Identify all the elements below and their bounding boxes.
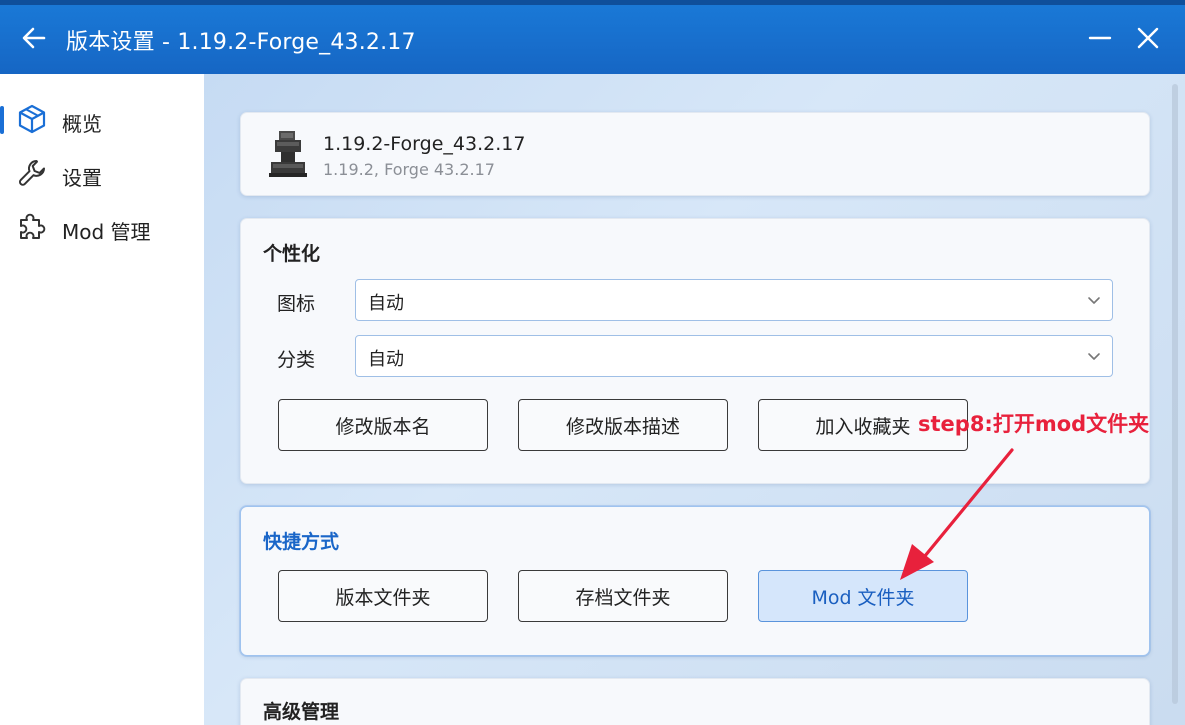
minimize-button[interactable] bbox=[1087, 24, 1113, 52]
select-value: 自动 bbox=[368, 349, 404, 370]
main-content: 1.19.2-Forge_43.2.17 1.19.2, Forge 43.2.… bbox=[204, 74, 1185, 725]
chevron-down-icon bbox=[1088, 297, 1100, 304]
sidebar: 概览 设置 Mod 管理 bbox=[0, 74, 204, 725]
sidebar-item-overview[interactable]: 概览 bbox=[0, 96, 204, 142]
minimize-icon bbox=[1088, 36, 1112, 40]
anvil-icon bbox=[269, 131, 307, 177]
window-title: 版本设置 - 1.19.2-Forge_43.2.17 bbox=[66, 30, 416, 55]
version-subtitle: 1.19.2, Forge 43.2.17 bbox=[323, 160, 495, 179]
category-select[interactable]: 自动 bbox=[355, 335, 1113, 377]
arrow-left-icon bbox=[22, 27, 46, 49]
chevron-down-icon bbox=[1088, 353, 1100, 360]
version-name: 1.19.2-Forge_43.2.17 bbox=[323, 133, 526, 155]
sidebar-item-label: Mod 管理 bbox=[62, 220, 151, 244]
title-bar: 版本设置 - 1.19.2-Forge_43.2.17 bbox=[0, 0, 1185, 74]
scrollbar[interactable] bbox=[1172, 84, 1178, 704]
title-bar-strip bbox=[0, 0, 1185, 5]
sidebar-item-settings[interactable]: 设置 bbox=[0, 150, 204, 196]
cube-icon bbox=[18, 104, 46, 134]
close-button[interactable] bbox=[1134, 24, 1162, 52]
section-title: 高级管理 bbox=[263, 701, 340, 723]
select-value: 自动 bbox=[368, 293, 404, 314]
sidebar-item-label: 概览 bbox=[62, 112, 102, 136]
section-title: 快捷方式 bbox=[263, 531, 340, 553]
close-icon bbox=[1137, 27, 1159, 49]
saves-folder-button[interactable]: 存档文件夹 bbox=[518, 570, 728, 622]
sidebar-item-mod-management[interactable]: Mod 管理 bbox=[0, 204, 204, 250]
annotation-text: step8:打开mod文件夹 bbox=[918, 412, 1150, 436]
selection-indicator bbox=[0, 106, 4, 134]
wrench-icon bbox=[18, 160, 45, 186]
edit-description-button[interactable]: 修改版本描述 bbox=[518, 399, 728, 451]
annotation-arrow bbox=[900, 448, 1014, 580]
category-field-label: 分类 bbox=[277, 349, 316, 371]
back-button[interactable] bbox=[18, 22, 50, 54]
version-info-card: 1.19.2-Forge_43.2.17 1.19.2, Forge 43.2.… bbox=[240, 112, 1150, 196]
icon-select[interactable]: 自动 bbox=[355, 279, 1113, 321]
version-folder-button[interactable]: 版本文件夹 bbox=[278, 570, 488, 622]
icon-field-label: 图标 bbox=[277, 293, 316, 315]
rename-version-button[interactable]: 修改版本名 bbox=[278, 399, 488, 451]
section-title: 个性化 bbox=[263, 243, 321, 265]
sidebar-item-label: 设置 bbox=[62, 166, 102, 190]
puzzle-icon bbox=[20, 213, 46, 239]
advanced-card: 高级管理 bbox=[240, 678, 1150, 725]
